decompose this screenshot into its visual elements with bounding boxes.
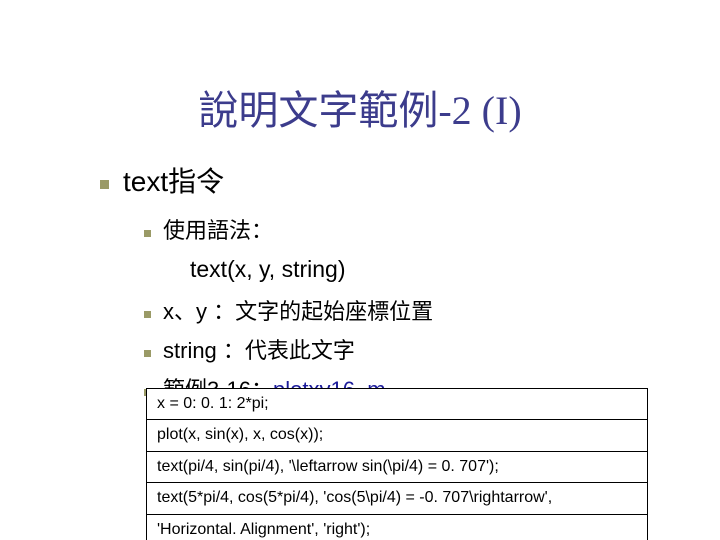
code-line: plot(x, sin(x), x, cos(x)); <box>147 420 647 451</box>
slide: 說明文字範例-2 (I) text指令 使用語法： text(x, y, str… <box>0 0 720 540</box>
bullet-level2-xy: x、y ：文字的起始座標位置 <box>144 295 660 328</box>
syntax-line: text(x, y, string) <box>190 253 660 285</box>
level2-string-text: string ：代表此文字 <box>163 334 355 367</box>
level2-xy-text: x、y ：文字的起始座標位置 <box>163 295 433 328</box>
code-line: text(5*pi/4, cos(5*pi/4), 'cos(5\pi/4) =… <box>147 483 647 514</box>
square-bullet-icon <box>144 350 151 357</box>
code-box: x = 0: 0. 1: 2*pi; plot(x, sin(x), x, co… <box>146 388 648 540</box>
slide-body: text指令 使用語法： text(x, y, string) x、y ：文字的… <box>100 160 660 412</box>
level1-text: text指令 <box>123 160 224 200</box>
code-line: 'Horizontal. Alignment', 'right'); <box>147 515 647 540</box>
slide-title: 說明文字範例-2 (I) <box>0 78 720 136</box>
bullet-level2-syntax: 使用語法： <box>144 214 660 247</box>
bullet-level1: text指令 <box>100 160 660 200</box>
bullet-level2-string: string ：代表此文字 <box>144 334 660 367</box>
level2-syntax-label: 使用語法： <box>163 214 273 247</box>
square-bullet-icon <box>100 180 109 189</box>
square-bullet-icon <box>144 230 151 237</box>
code-line: text(pi/4, sin(pi/4), '\leftarrow sin(\p… <box>147 452 647 483</box>
square-bullet-icon <box>144 311 151 318</box>
code-line: x = 0: 0. 1: 2*pi; <box>147 389 647 420</box>
